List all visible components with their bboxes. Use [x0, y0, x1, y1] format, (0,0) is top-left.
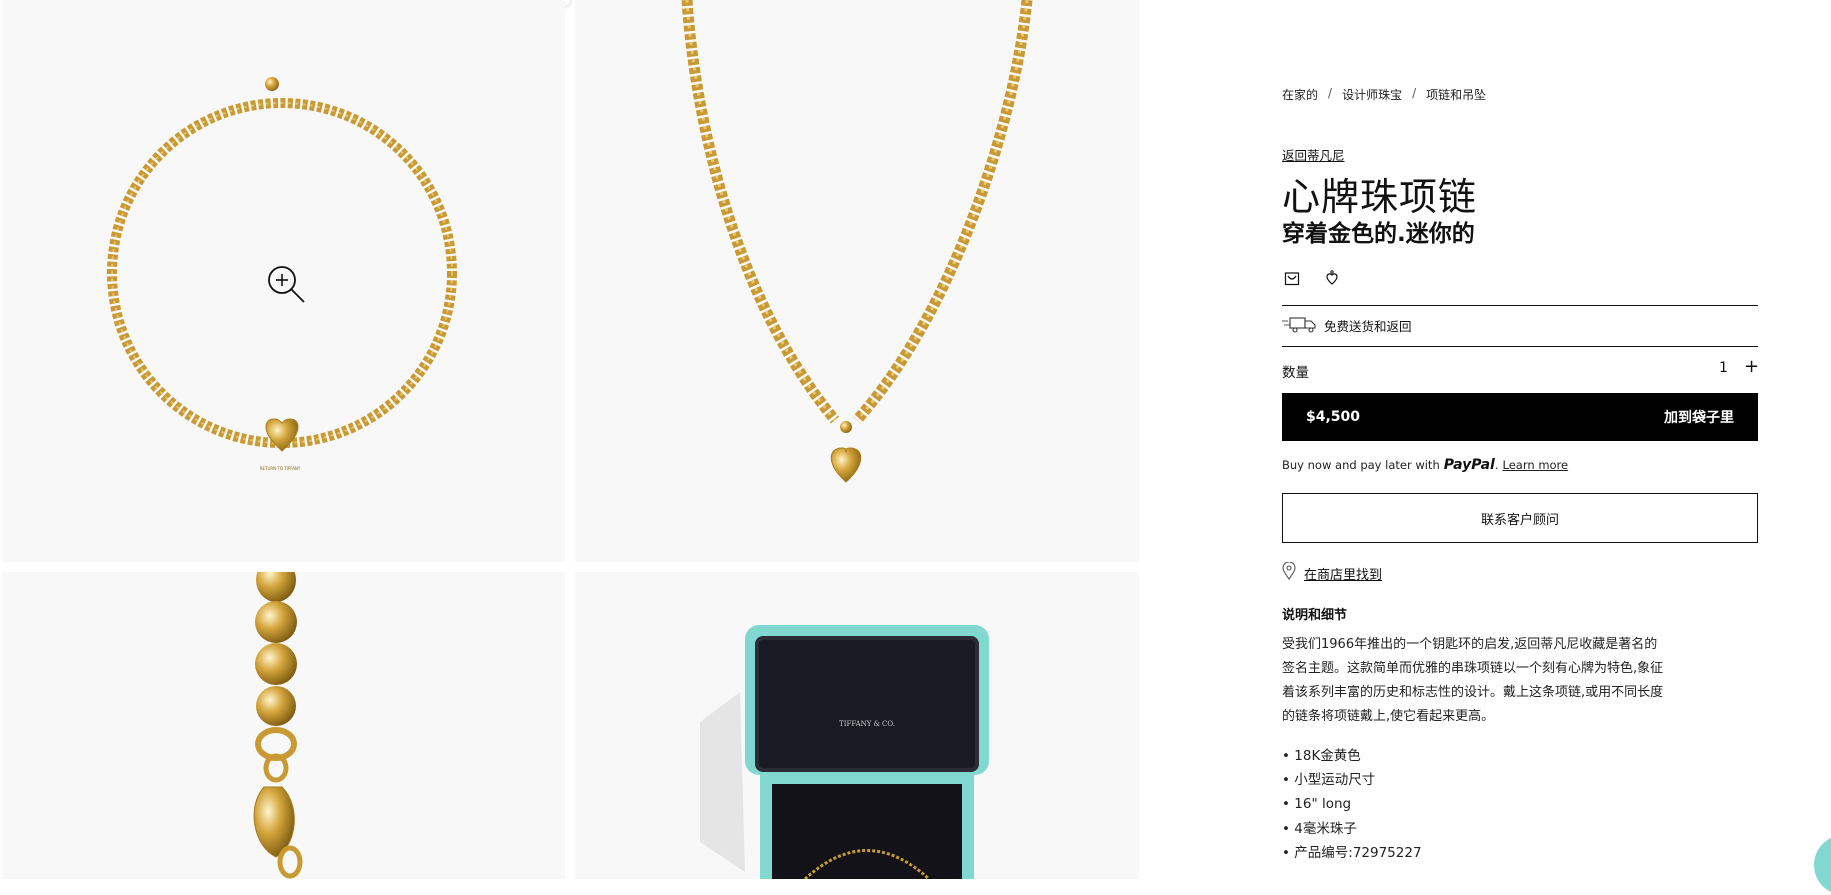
add-to-bag-button[interactable]: $4,500 加到袋子里: [1282, 393, 1758, 441]
breadcrumb-item-necklaces[interactable]: 项链和吊坠: [1426, 86, 1486, 103]
gallery-image-2[interactable]: [575, 0, 1139, 562]
paypal-suffix: .: [1494, 458, 1499, 472]
shipping-info: 免费送货和返回: [1282, 315, 1412, 336]
product-subtitle: 穿着金色的.迷你的: [1282, 221, 1475, 247]
paypal-text: Buy now and pay later with: [1282, 458, 1440, 472]
paypal-logo: PayPal: [1443, 457, 1495, 473]
gallery-image-1[interactable]: RETURN TO TIFFANY: [2, 0, 565, 562]
chat-launcher-button[interactable]: [1814, 835, 1831, 895]
find-in-store-link[interactable]: 在商店里找到: [1304, 564, 1382, 583]
location-pin-icon: [1282, 561, 1296, 584]
divider: [1282, 346, 1758, 347]
quantity-label: 数量: [1282, 365, 1309, 381]
divider: [1282, 305, 1758, 306]
shipping-text: 免费送货和返回: [1324, 319, 1412, 334]
necklace-circle-image: RETURN TO TIFFANY: [107, 77, 457, 471]
spec-item: 4毫米珠子: [1282, 817, 1422, 841]
zoom-icon[interactable]: [268, 266, 305, 303]
breadcrumb-separator: /: [1412, 86, 1417, 100]
spec-item: 16" long: [1282, 792, 1422, 816]
paypal-learn-more-link[interactable]: Learn more: [1503, 458, 1569, 472]
necklace-hanging-image: [681, 0, 1033, 483]
breadcrumb: 在家的 / 设计师珠宝 / 项链和吊坠: [1282, 86, 1486, 103]
quantity-increase-button[interactable]: +: [1744, 356, 1759, 377]
box-brand-text: TIFFANY & CO.: [839, 720, 895, 728]
price: $4,500: [1306, 409, 1361, 425]
find-in-store[interactable]: 在商店里找到: [1282, 561, 1382, 584]
quantity-value: 1: [1719, 360, 1728, 376]
shopping-bag-icon[interactable]: [1282, 268, 1302, 288]
product-info-panel: 在家的 / 设计师珠宝 / 项链和吊坠 返回蒂凡尼 心牌珠项链 穿着金色的.迷你…: [1282, 0, 1759, 879]
product-title: 心牌珠项链: [1282, 175, 1478, 219]
heart-tag-icon[interactable]: [1322, 268, 1342, 288]
spec-list: 18K金黄色 小型运动尺寸 16" long 4毫米珠子 产品编号:729752…: [1282, 744, 1422, 865]
contact-advisor-button[interactable]: 联系客户顾问: [1282, 493, 1758, 543]
add-to-bag-label: 加到袋子里: [1664, 410, 1734, 426]
gallery-image-3[interactable]: [2, 572, 565, 879]
description-body: 受我们1966年推出的一个钥匙环的启发,返回蒂凡尼收藏是著名的签名主题。这款简单…: [1282, 637, 1664, 724]
spec-item: 产品编号:72975227: [1282, 841, 1421, 865]
description-heading: 说明和细节: [1282, 608, 1348, 623]
gallery-image-4[interactable]: TIFFANY & CO.: [575, 572, 1139, 879]
tag-engraving: RETURN TO TIFFANY: [260, 466, 301, 471]
product-gallery: RETURN TO TIFFANY TIFFANY & CO.: [0, 0, 1140, 879]
spec-item: 小型运动尺寸: [1282, 768, 1422, 792]
paypal-message: Buy now and pay later with PayPal. Learn…: [1282, 457, 1568, 473]
delivery-truck-icon: [1282, 315, 1318, 336]
collection-link[interactable]: 返回蒂凡尼: [1282, 145, 1345, 164]
breadcrumb-separator: /: [1328, 86, 1333, 100]
breadcrumb-item-home[interactable]: 在家的: [1282, 86, 1318, 103]
spec-item: 18K金黄色: [1282, 744, 1422, 768]
breadcrumb-item-designer-jewelry[interactable]: 设计师珠宝: [1342, 86, 1402, 103]
gift-box-image: TIFFANY & CO.: [700, 625, 989, 879]
clasp-closeup-image: [253, 572, 303, 879]
product-actions: [1282, 268, 1342, 288]
